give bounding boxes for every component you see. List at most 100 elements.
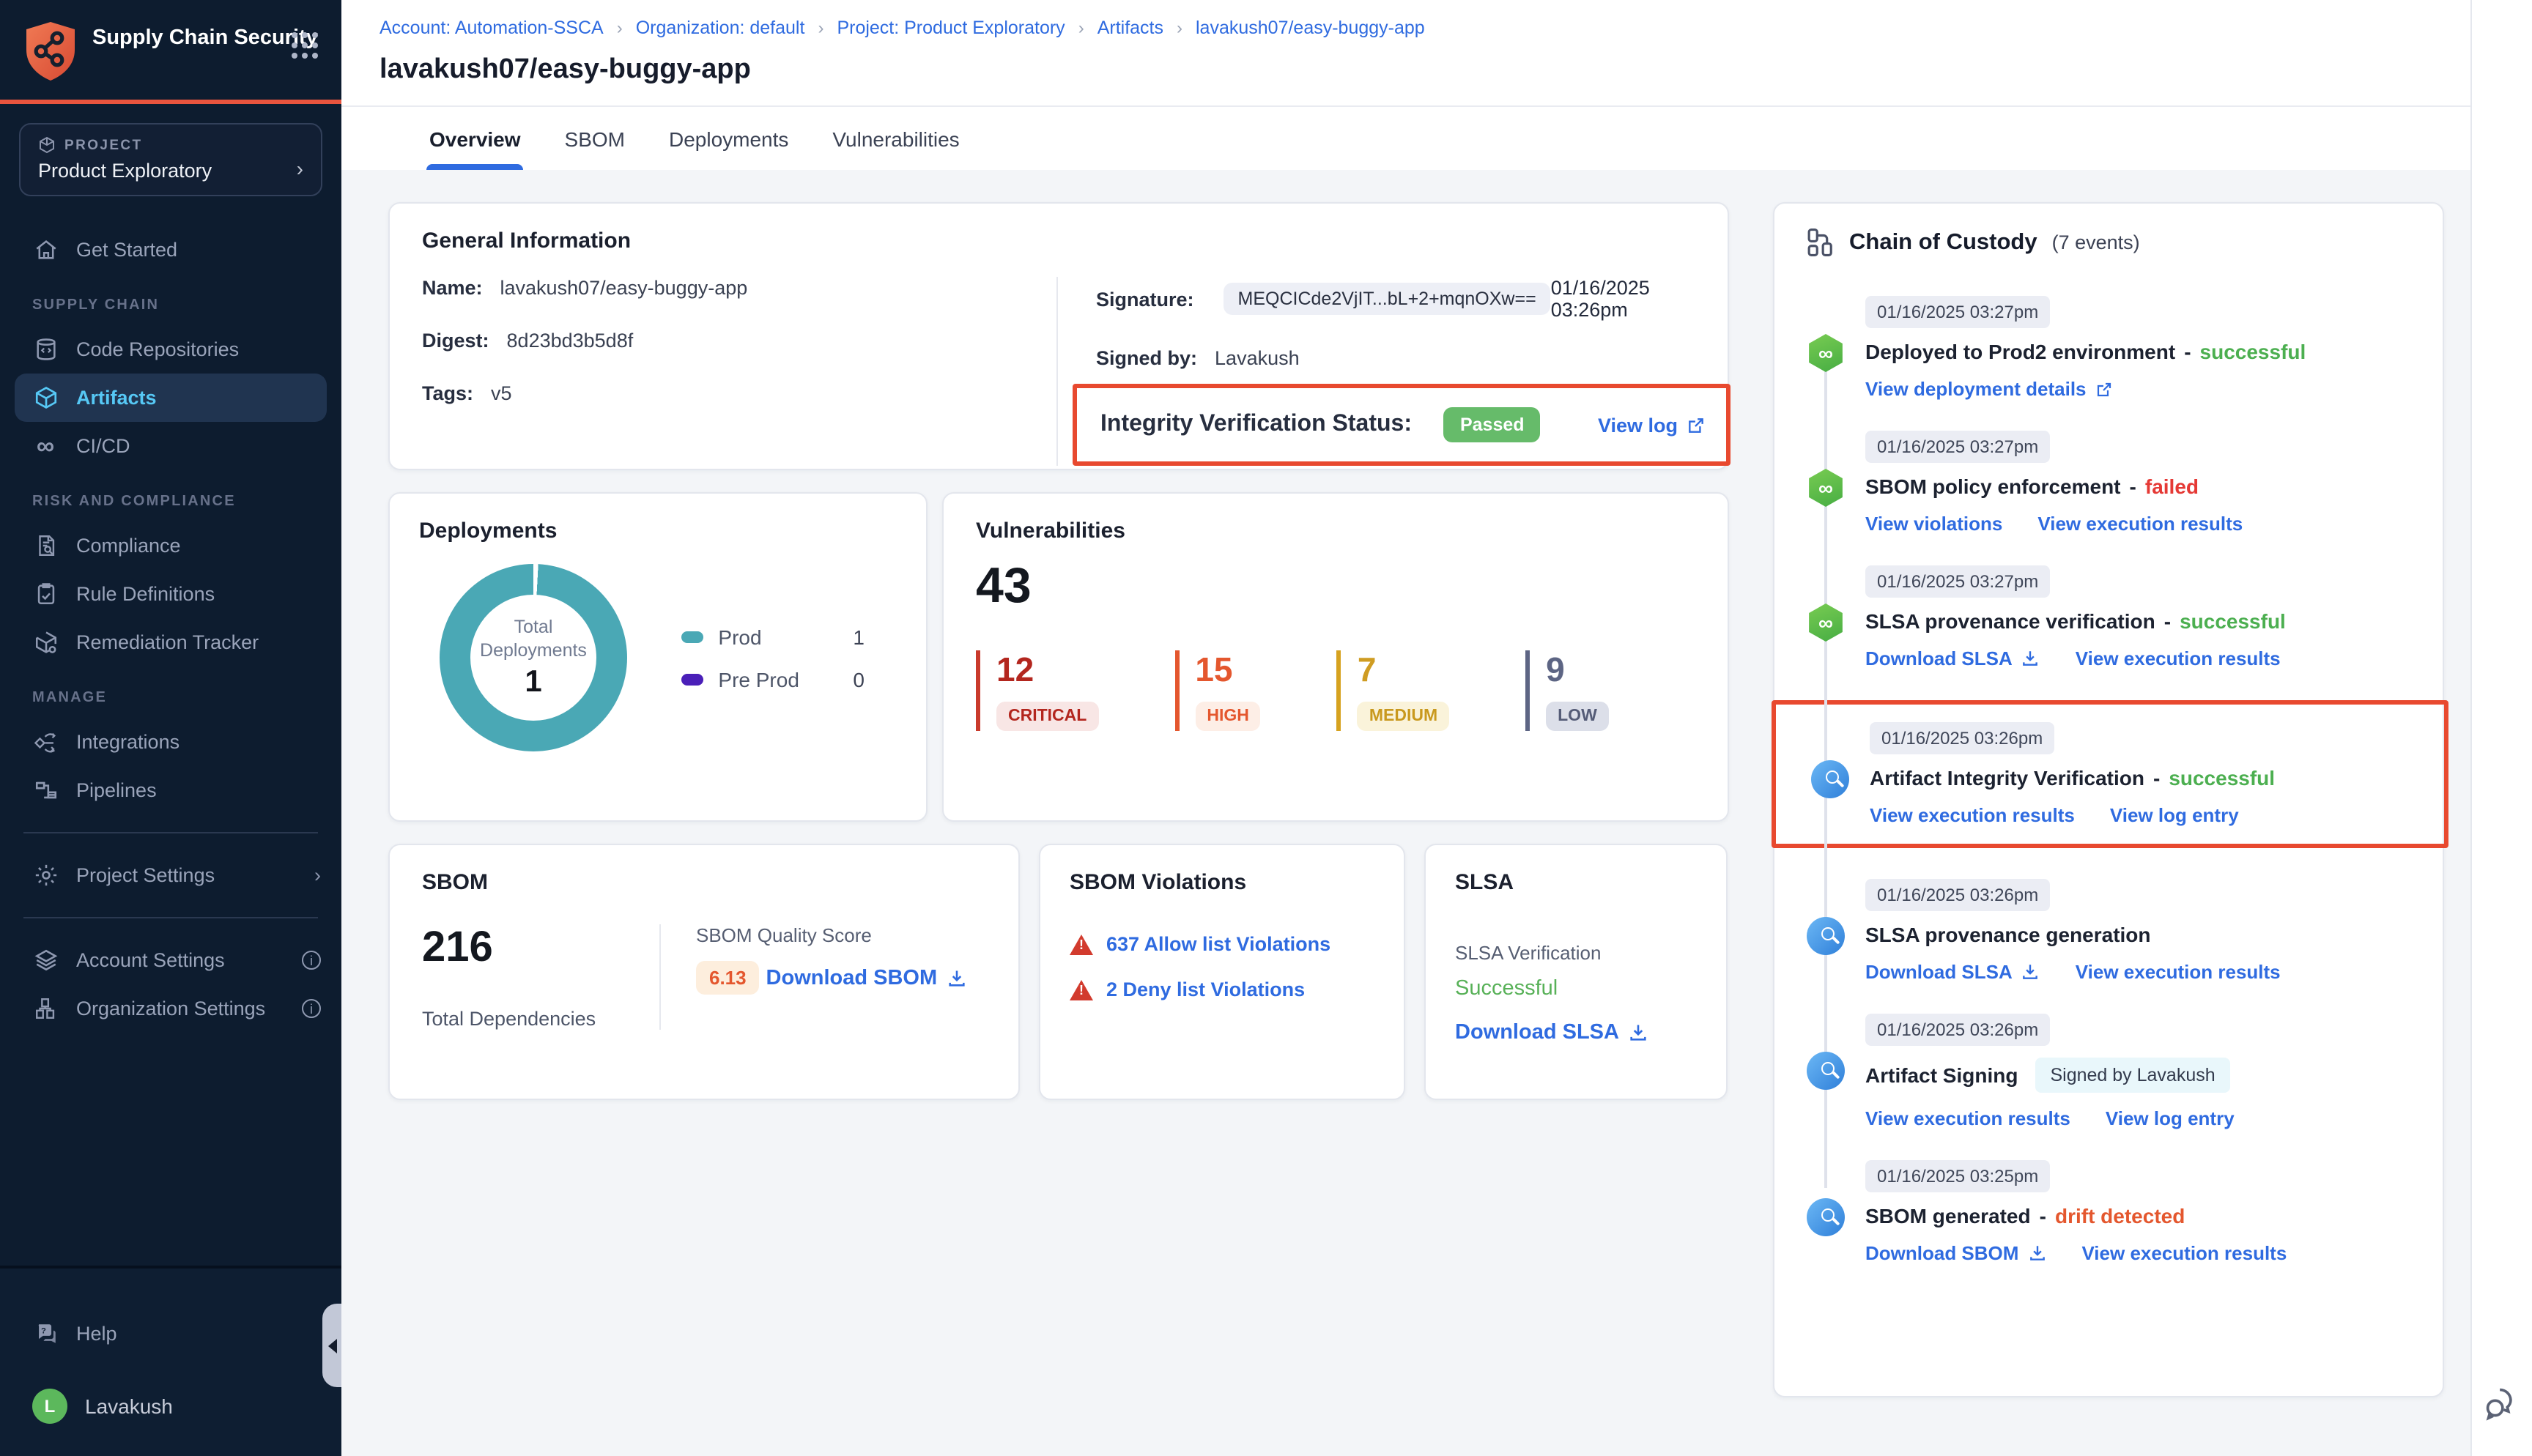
brand: Supply Chain Security [0,0,341,82]
sbom-card: SBOM 216 Total Dependencies SBOM Quality… [388,844,1020,1100]
breadcrumb-current[interactable]: lavakush07/easy-buggy-app [1196,18,1425,38]
severity-badge: LOW [1546,702,1609,731]
breadcrumb-project[interactable]: Project: Product Exploratory [837,18,1065,38]
tab-overview[interactable]: Overview [426,127,524,170]
breadcrumb-account[interactable]: Account: Automation-SSCA [380,18,604,38]
download-slsa-link[interactable]: Download SLSA [1865,647,2040,669]
sidebar-item-rule-definitions[interactable]: Rule Definitions [0,570,341,618]
severity-medium: 7 MEDIUM [1337,650,1449,731]
event-status: successful [2180,609,2286,633]
sidebar-item-help[interactable]: ? Help [0,1310,341,1358]
sidebar-footer: ? Help L Lavakush [0,1266,341,1456]
layers-gear-icon [32,948,59,973]
clipboard-check-icon [32,582,59,606]
view-execution-results-link[interactable]: View execution results [1870,804,2075,826]
event-timestamp: 01/16/2025 03:27pm [1865,296,2050,328]
download-slsa-link[interactable]: Download SLSA [1455,1021,1648,1044]
gear-icon [32,863,59,888]
sidebar-item-cicd[interactable]: ∞ CI/CD [0,422,341,470]
view-execution-results-link[interactable]: View execution results [2037,513,2243,535]
sidebar-item-code-repositories[interactable]: Code Repositories [0,325,341,374]
view-log-entry-link[interactable]: View log entry [2106,1107,2235,1129]
svg-text:?: ? [40,1326,45,1335]
integrity-label: Integrity Verification Status: [1100,412,1412,438]
sidebar-collapse-handle[interactable] [322,1304,341,1387]
view-execution-results-link[interactable]: View execution results [1865,1107,2070,1129]
card-title: Vulnerabilities [976,519,1695,543]
legend-swatch [681,673,703,685]
signature-value: MEQCICde2VjIT...bL+2+mqnOXw== [1224,283,1551,315]
event-title: SLSA provenance verification [1865,609,2155,633]
deny-list-violations-link[interactable]: 2 Deny list Violations [1106,978,1305,1000]
chat-support-icon[interactable] [2482,1386,2520,1421]
sidebar-item-project-settings[interactable]: Project Settings › [0,851,341,899]
sidebar-item-organization-settings[interactable]: Organization Settings i [0,984,341,1033]
page-title: lavakush07/easy-buggy-app [380,54,2435,86]
sidebar-item-account-settings[interactable]: Account Settings i [0,936,341,984]
breadcrumb-artifacts[interactable]: Artifacts [1097,18,1163,38]
breadcrumb-organization[interactable]: Organization: default [636,18,805,38]
breadcrumb-separator: › [1177,18,1182,38]
view-log-link[interactable]: View log [1598,414,1706,436]
view-violations-link[interactable]: View violations [1865,513,2002,535]
scan-event-icon [1811,760,1849,798]
event-timestamp: 01/16/2025 03:27pm [1865,431,2050,463]
sidebar-item-pipelines[interactable]: Pipelines [0,766,341,814]
event-title: Artifact Signing [1865,1063,2018,1087]
info-icon[interactable]: i [302,999,321,1018]
download-icon [1628,1022,1648,1043]
tab-sbom[interactable]: SBOM [562,127,628,170]
event-title: SLSA provenance generation [1865,923,2151,946]
view-log-entry-link[interactable]: View log entry [2110,804,2239,826]
event-status: drift detected [2055,1204,2185,1227]
sidebar-item-integrations[interactable]: Integrations [0,718,341,766]
app-grid-icon[interactable] [292,32,318,59]
integrity-highlight-box: Integrity Verification Status: Passed Vi… [1073,384,1730,466]
view-execution-results-link[interactable]: View execution results [2076,647,2281,669]
card-title: General Information [422,229,1695,253]
deployments-card: Deployments Total Deployments 1 [388,492,928,822]
severity-badge: CRITICAL [996,702,1098,731]
legend-item-prod: Prod 1 [681,625,865,648]
slsa-verification-label: SLSA Verification [1455,942,1697,964]
status-badge: Passed [1444,407,1541,442]
content-area: General Information Name: lavakush07/eas… [341,170,2470,1456]
view-execution-results-link[interactable]: View execution results [2076,961,2281,983]
sidebar-item-remediation-tracker[interactable]: Remediation Tracker [0,618,341,666]
digest-label: Digest: [422,330,489,352]
user-menu[interactable]: L Lavakush [0,1381,341,1430]
event-timestamp: 01/16/2025 03:26pm [1870,722,2054,754]
timeline-event-sbom-policy: 01/16/2025 03:27pm SBOM policy enforceme… [1807,431,2410,535]
tab-vulnerabilities[interactable]: Vulnerabilities [829,127,962,170]
project-selector[interactable]: PROJECT Product Exploratory › [19,123,322,196]
download-slsa-link[interactable]: Download SLSA [1865,961,2040,983]
signed-by-badge: Signed by Lavakush [2035,1058,2229,1093]
info-icon[interactable]: i [302,951,321,970]
donut-center-label: Total Deployments [480,615,587,663]
sidebar-item-compliance[interactable]: Compliance [0,521,341,570]
download-sbom-link[interactable]: Download SBOM [1865,1242,2046,1264]
signature-label: Signature: [1096,288,1194,310]
total-dependencies-value: 216 [422,924,659,973]
view-deployment-details-link[interactable]: View deployment details [1865,378,2113,400]
view-execution-results-link[interactable]: View execution results [2081,1242,2287,1264]
tags-label: Tags: [422,382,473,404]
vulnerabilities-card: Vulnerabilities 43 12 CRITICAL 15 HIGH [942,492,1729,822]
sidebar-item-get-started[interactable]: Get Started [0,226,341,274]
timeline-event-slsa-generation: 01/16/2025 03:26pm SLSA provenance gener… [1807,879,2410,983]
card-title: SBOM [422,870,986,895]
download-sbom-link[interactable]: Download SBOM [766,967,967,990]
donut-legend: Prod 1 Pre Prod 0 [681,606,897,710]
card-title: SBOM Violations [1070,870,1374,895]
legend-item-pre-prod: Pre Prod 0 [681,667,865,691]
topbar: Account: Automation-SSCA › Organization: … [341,0,2470,107]
timeline-event-artifact-signing: 01/16/2025 03:26pm Artifact Signing Sign… [1807,1014,2410,1129]
tab-deployments[interactable]: Deployments [666,127,791,170]
signed-by-value: Lavakush [1215,347,1300,369]
deployments-donut-chart: Total Deployments 1 [440,564,627,751]
allow-list-violations-link[interactable]: 637 Allow list Violations [1106,933,1330,955]
pipeline-event-icon [1807,603,1845,642]
external-link-icon [1687,415,1706,434]
sidebar-item-artifacts[interactable]: Artifacts [15,374,327,422]
scan-event-icon [1807,1198,1845,1236]
